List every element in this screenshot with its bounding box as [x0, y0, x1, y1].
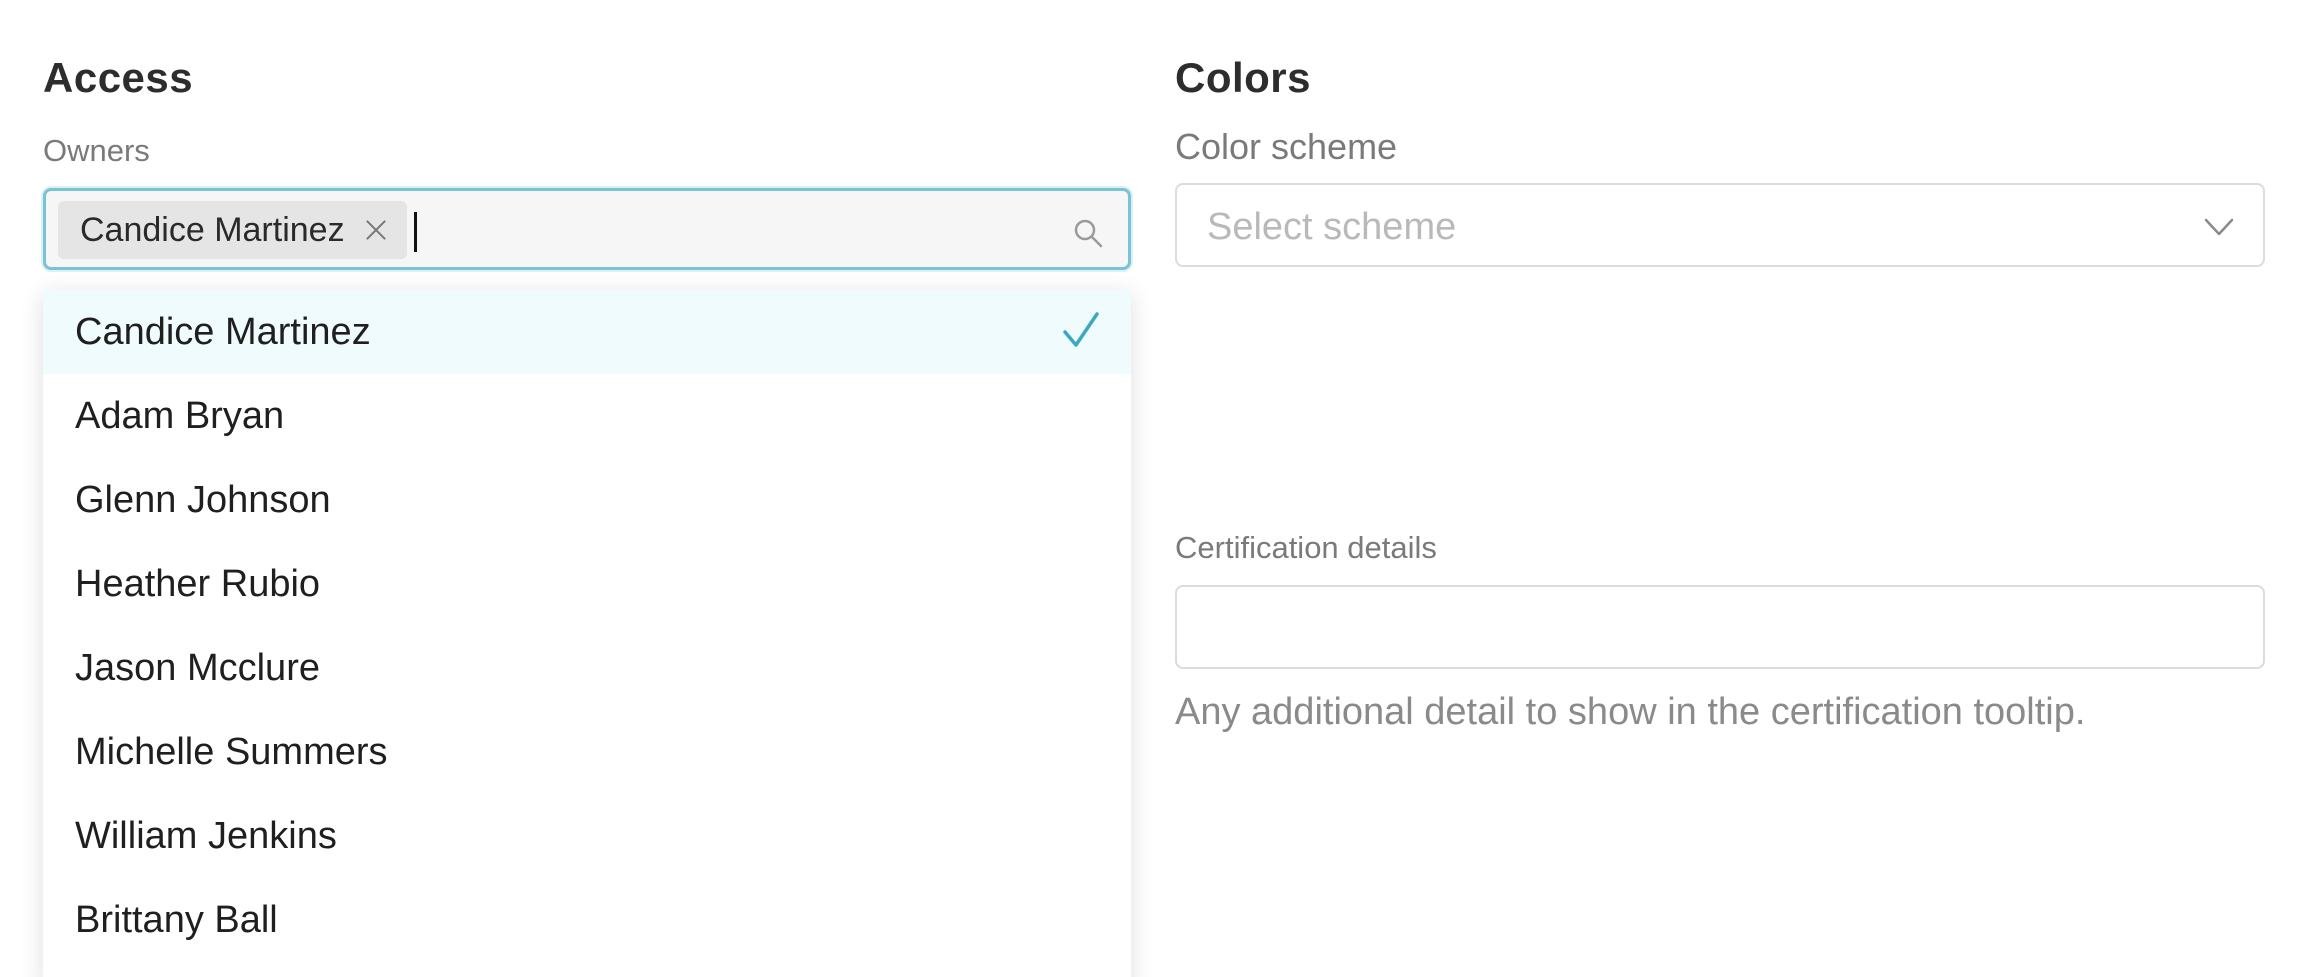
dropdown-option[interactable]: Adam Bryan: [43, 374, 1131, 458]
owners-label: Owners: [43, 133, 150, 168]
page: Access Owners Candice Martinez Candice M…: [0, 0, 2303, 977]
text-cursor: [414, 212, 417, 252]
option-label: Glenn Johnson: [75, 478, 331, 521]
option-label: Adam Bryan: [75, 394, 285, 437]
certification-details-input[interactable]: [1175, 585, 2265, 669]
option-label: Heather Rubio: [75, 562, 321, 605]
chevron-down-icon: [2204, 218, 2234, 236]
check-icon: [1063, 312, 1099, 347]
owner-tag-label: Candice Martinez: [80, 210, 345, 249]
dropdown-option[interactable]: Jason Mcclure: [43, 626, 1131, 710]
dropdown-option[interactable]: William Jenkins: [43, 794, 1131, 878]
close-icon[interactable]: [363, 217, 389, 243]
color-scheme-placeholder: Select scheme: [1207, 206, 1457, 248]
dropdown-option[interactable]: Brittany Ball: [43, 878, 1131, 962]
dropdown-option[interactable]: Glenn Johnson: [43, 458, 1131, 542]
owners-dropdown: Candice Martinez Adam Bryan Glenn Johnso…: [43, 290, 1131, 977]
color-scheme-select[interactable]: Select scheme: [1175, 183, 2265, 267]
search-icon: [1074, 219, 1103, 248]
dropdown-option[interactable]: Candice Martinez: [43, 290, 1131, 374]
option-label: Michelle Summers: [75, 730, 388, 773]
certification-help-text: Any additional detail to show in the cer…: [1175, 691, 2086, 733]
option-label: Brittany Ball: [75, 898, 278, 941]
owners-multiselect[interactable]: Candice Martinez: [43, 188, 1131, 270]
dropdown-option[interactable]: Michelle Summers: [43, 710, 1131, 794]
option-label: Candice Martinez: [75, 310, 371, 353]
dropdown-option[interactable]: Heather Rubio: [43, 542, 1131, 626]
option-label: Jason Mcclure: [75, 646, 320, 689]
certification-details-label: Certification details: [1175, 530, 1437, 565]
owner-tag: Candice Martinez: [58, 201, 407, 259]
color-scheme-label: Color scheme: [1175, 126, 1398, 167]
option-label: William Jenkins: [75, 814, 337, 857]
access-heading: Access: [43, 54, 194, 101]
colors-heading: Colors: [1175, 54, 1312, 101]
